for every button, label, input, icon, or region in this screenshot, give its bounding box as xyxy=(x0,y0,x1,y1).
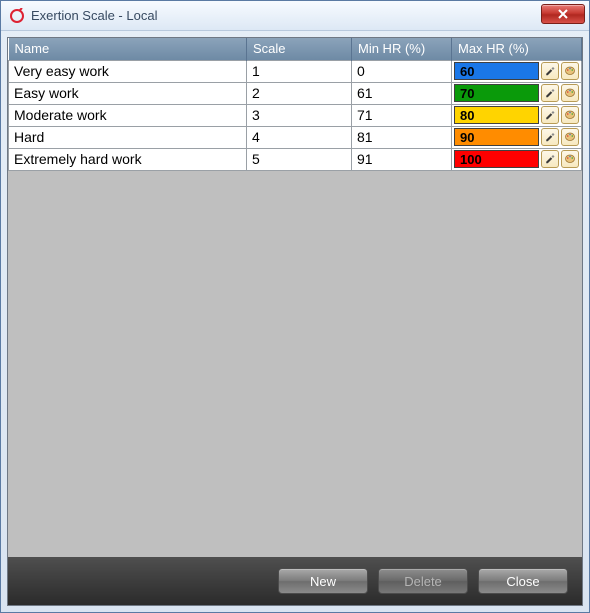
table-row[interactable]: Very easy work1060 xyxy=(9,60,582,82)
table-header-row: Name Scale Min HR (%) Max HR (%) xyxy=(9,38,582,60)
exertion-table: Name Scale Min HR (%) Max HR (%) Very ea… xyxy=(8,38,582,171)
footer-bar: New Delete Close xyxy=(8,557,582,605)
maxhr-value: 70 xyxy=(454,84,539,102)
close-button[interactable]: Close xyxy=(478,568,568,594)
eyedropper-icon xyxy=(544,85,556,101)
color-picker-button[interactable] xyxy=(541,84,559,102)
delete-button: Delete xyxy=(378,568,468,594)
cell-scale[interactable]: 1 xyxy=(247,60,352,82)
window: Exertion Scale - Local Name Scale Min HR… xyxy=(0,0,590,613)
close-icon xyxy=(558,9,568,19)
color-picker-button[interactable] xyxy=(541,150,559,168)
cell-name[interactable]: Hard xyxy=(9,126,247,148)
eyedropper-icon xyxy=(544,151,556,167)
cell-min[interactable]: 81 xyxy=(352,126,452,148)
palette-icon xyxy=(564,129,576,145)
cell-max[interactable]: 80 xyxy=(452,104,582,126)
palette-button[interactable] xyxy=(561,106,579,124)
maxhr-value: 60 xyxy=(454,62,539,80)
cell-max[interactable]: 90 xyxy=(452,126,582,148)
palette-button[interactable] xyxy=(561,150,579,168)
color-picker-button[interactable] xyxy=(541,128,559,146)
maxhr-value: 90 xyxy=(454,128,539,146)
palette-icon xyxy=(564,63,576,79)
cell-scale[interactable]: 3 xyxy=(247,104,352,126)
header-max[interactable]: Max HR (%) xyxy=(452,38,582,60)
table-row[interactable]: Extremely hard work591100 xyxy=(9,148,582,170)
maxhr-value: 80 xyxy=(454,106,539,124)
cell-scale[interactable]: 2 xyxy=(247,82,352,104)
cell-min[interactable]: 91 xyxy=(352,148,452,170)
app-icon xyxy=(9,8,25,24)
client-area: Name Scale Min HR (%) Max HR (%) Very ea… xyxy=(7,37,583,606)
cell-min[interactable]: 61 xyxy=(352,82,452,104)
eyedropper-icon xyxy=(544,129,556,145)
header-min[interactable]: Min HR (%) xyxy=(352,38,452,60)
new-button[interactable]: New xyxy=(278,568,368,594)
palette-button[interactable] xyxy=(561,128,579,146)
cell-scale[interactable]: 4 xyxy=(247,126,352,148)
table-row[interactable]: Easy work26170 xyxy=(9,82,582,104)
cell-max[interactable]: 100 xyxy=(452,148,582,170)
window-title: Exertion Scale - Local xyxy=(31,8,157,23)
window-close-button[interactable] xyxy=(541,4,585,24)
cell-name[interactable]: Extremely hard work xyxy=(9,148,247,170)
header-scale[interactable]: Scale xyxy=(247,38,352,60)
table-container: Name Scale Min HR (%) Max HR (%) Very ea… xyxy=(8,38,582,557)
color-picker-button[interactable] xyxy=(541,62,559,80)
cell-max[interactable]: 70 xyxy=(452,82,582,104)
cell-max[interactable]: 60 xyxy=(452,60,582,82)
header-name[interactable]: Name xyxy=(9,38,247,60)
titlebar: Exertion Scale - Local xyxy=(1,1,589,31)
table-row[interactable]: Moderate work37180 xyxy=(9,104,582,126)
cell-min[interactable]: 0 xyxy=(352,60,452,82)
palette-button[interactable] xyxy=(561,62,579,80)
palette-icon xyxy=(564,85,576,101)
cell-min[interactable]: 71 xyxy=(352,104,452,126)
cell-scale[interactable]: 5 xyxy=(247,148,352,170)
palette-icon xyxy=(564,107,576,123)
color-picker-button[interactable] xyxy=(541,106,559,124)
cell-name[interactable]: Moderate work xyxy=(9,104,247,126)
palette-icon xyxy=(564,151,576,167)
palette-button[interactable] xyxy=(561,84,579,102)
maxhr-value: 100 xyxy=(454,150,539,168)
table-row[interactable]: Hard48190 xyxy=(9,126,582,148)
eyedropper-icon xyxy=(544,107,556,123)
eyedropper-icon xyxy=(544,63,556,79)
cell-name[interactable]: Very easy work xyxy=(9,60,247,82)
cell-name[interactable]: Easy work xyxy=(9,82,247,104)
